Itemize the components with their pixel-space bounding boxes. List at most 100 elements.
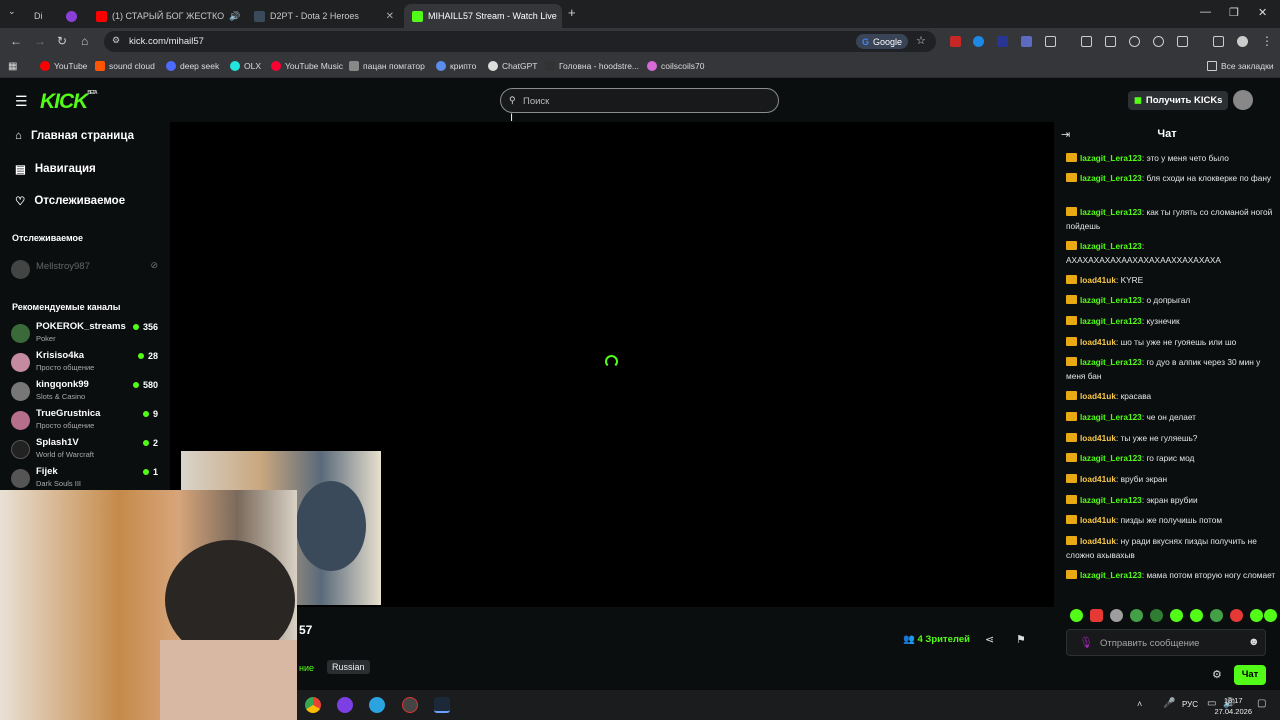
telegram-icon[interactable] — [369, 697, 385, 713]
chat-username[interactable]: lazagit_Lera123 — [1080, 412, 1142, 422]
recommended-channel[interactable]: TrueGrustnica Просто общение 9 — [11, 408, 166, 436]
chat-username[interactable]: lazagit_Lera123 — [1080, 241, 1142, 251]
hamburger-menu-icon[interactable]: ☰ — [15, 93, 28, 110]
extension-icon[interactable] — [1021, 36, 1032, 47]
bookmark-star-icon[interactable]: ☆ — [916, 34, 926, 47]
back-icon[interactable]: ← — [10, 34, 22, 48]
language-indicator[interactable]: РУС — [1182, 700, 1198, 709]
get-kicks-button[interactable]: ◼ Получить KICKs — [1128, 91, 1229, 110]
recommended-channel[interactable]: Krisiso4ka Просто общение 28 — [11, 350, 166, 378]
speaker-icon[interactable]: 🔊 — [229, 11, 240, 22]
forward-icon[interactable]: → — [34, 34, 46, 48]
tab-search-icon[interactable]: ⌄ — [8, 6, 16, 17]
emote-icon[interactable] — [1070, 609, 1083, 622]
emote-icon[interactable] — [1150, 609, 1163, 622]
bookmark-item[interactable]: ChatGPT — [488, 61, 537, 71]
restore-icon[interactable]: ❐ — [1229, 6, 1239, 19]
chat-username[interactable]: lazagit_Lera123 — [1080, 207, 1142, 217]
chat-username[interactable]: lazagit_Lera123 — [1080, 357, 1142, 367]
toolbar-icon[interactable] — [1177, 36, 1188, 47]
tab-kick-active[interactable]: MIHAILL57 Stream - Watch Live ✕ — [404, 4, 562, 28]
nav-following[interactable]: ♡ Отслеживаемое — [15, 194, 125, 208]
tab-youtube[interactable]: (1) СТАРЫЙ БОГ ЖЕСТКО 🔊 ✕ — [88, 4, 244, 28]
close-window-icon[interactable]: ✕ — [1258, 6, 1267, 19]
recommended-channel[interactable]: POKEROK_streams Poker 356 — [11, 321, 166, 349]
chat-username[interactable]: load41uk — [1080, 337, 1116, 347]
apps-grid-icon[interactable]: ▦ — [8, 61, 17, 72]
settings-gear-icon[interactable]: ⚙ — [1212, 668, 1222, 681]
chat-username[interactable]: lazagit_Lera123 — [1080, 570, 1142, 580]
more-options-icon[interactable]: ⚑ — [1016, 633, 1026, 646]
close-tab-icon[interactable]: ✕ — [386, 11, 394, 22]
toolbar-icon[interactable] — [1129, 36, 1140, 47]
omnibox[interactable]: ⚙ kick.com/mihail57 G Google ☆ — [104, 31, 936, 52]
reload-icon[interactable]: ↻ — [57, 34, 67, 48]
google-search-chip[interactable]: G Google — [856, 34, 909, 49]
bookmark-item[interactable]: крипто — [436, 61, 476, 71]
chat-username[interactable]: load41uk — [1080, 275, 1116, 285]
bookmark-item[interactable]: coilscoils70 — [647, 61, 704, 71]
chat-input[interactable]: 🎙 Отправить сообщение ☻ — [1066, 629, 1266, 656]
emote-icon[interactable] — [1230, 609, 1243, 622]
chrome-icon[interactable] — [305, 697, 321, 713]
microphone-icon[interactable]: 🎙 — [1079, 636, 1093, 649]
emote-icon[interactable] — [1170, 609, 1183, 622]
toolbar-icon[interactable] — [1105, 36, 1116, 47]
tab-purple[interactable] — [58, 4, 84, 28]
all-bookmarks[interactable]: Все закладки — [1207, 61, 1274, 71]
emote-icon[interactable] — [1110, 609, 1123, 622]
new-tab-icon[interactable]: + — [568, 5, 576, 20]
emote-icon[interactable] — [1264, 609, 1277, 622]
category-fragment[interactable]: ние — [299, 663, 314, 673]
home-icon[interactable]: ⌂ — [81, 34, 88, 48]
microphone-tray-icon[interactable]: 🎤 — [1163, 698, 1175, 709]
extension-icon[interactable] — [950, 36, 961, 47]
extension-icon[interactable] — [973, 36, 984, 47]
emoji-icon[interactable]: ☻ — [1248, 636, 1260, 648]
nav-home[interactable]: ⌂ Главная страница — [15, 130, 134, 142]
chat-username[interactable]: lazagit_Lera123 — [1080, 495, 1142, 505]
bookmark-item[interactable]: sound cloud — [95, 61, 155, 71]
user-avatar[interactable] — [1233, 90, 1253, 110]
minimize-icon[interactable]: — — [1200, 6, 1211, 18]
bookmark-item[interactable]: пацан помгатор — [349, 61, 425, 71]
reading-list-icon[interactable] — [1213, 36, 1224, 47]
location-icon[interactable] — [1153, 36, 1164, 47]
kick-logo[interactable]: KICKBETA — [40, 90, 98, 114]
emote-icon[interactable] — [1210, 609, 1223, 622]
chat-username[interactable]: load41uk — [1080, 433, 1116, 443]
bookmark-item[interactable]: YouTube Music — [271, 61, 343, 71]
recommended-channel[interactable]: kingqonk99 Slots & Casino 580 — [11, 379, 166, 407]
share-icon[interactable]: ⋖ — [985, 633, 994, 646]
chat-username[interactable]: lazagit_Lera123 — [1080, 316, 1142, 326]
site-info-icon[interactable]: ⚙ — [112, 35, 120, 46]
followed-channel[interactable]: Mellstroy987 ⊘ — [11, 257, 166, 285]
chat-username[interactable]: lazagit_Lera123 — [1080, 153, 1142, 163]
notifications-icon[interactable]: ▢ — [1257, 698, 1266, 709]
clock[interactable]: 18:17 27.04.2026 — [1214, 695, 1252, 717]
extensions-puzzle-icon[interactable] — [1045, 36, 1056, 47]
menu-dots-icon[interactable]: ⋮ — [1261, 34, 1273, 48]
emote-icon[interactable] — [1190, 609, 1203, 622]
bookmark-item[interactable]: deep seek — [166, 61, 219, 71]
steam-icon[interactable] — [434, 697, 450, 713]
profile-icon[interactable] — [1237, 36, 1248, 47]
recommended-channel[interactable]: Splash1V World of Warcraft 2 — [11, 437, 166, 465]
emote-icon[interactable] — [1090, 609, 1103, 622]
app-icon[interactable] — [402, 697, 418, 713]
bookmark-item[interactable]: OLX — [230, 61, 261, 71]
tab-d2pt[interactable]: D2PT - Dota 2 Heroes ✕ — [246, 4, 402, 28]
chat-username[interactable]: load41uk — [1080, 515, 1116, 525]
chat-username[interactable]: lazagit_Lera123 — [1080, 453, 1142, 463]
chat-username[interactable]: load41uk — [1080, 474, 1116, 484]
language-tag[interactable]: Russian — [327, 660, 370, 674]
chat-username[interactable]: load41uk — [1080, 536, 1116, 546]
toolbar-icon[interactable] — [1081, 36, 1092, 47]
chat-username[interactable]: lazagit_Lera123 — [1080, 295, 1142, 305]
tab-discord[interactable]: Di — [26, 4, 56, 28]
tray-chevron-icon[interactable]: ˄ — [1137, 699, 1142, 709]
chat-send-button[interactable]: Чат — [1234, 665, 1266, 685]
search-input[interactable]: ⚲ Поиск — [500, 88, 779, 113]
chat-username[interactable]: lazagit_Lera123 — [1080, 173, 1142, 183]
emote-icon[interactable] — [1130, 609, 1143, 622]
